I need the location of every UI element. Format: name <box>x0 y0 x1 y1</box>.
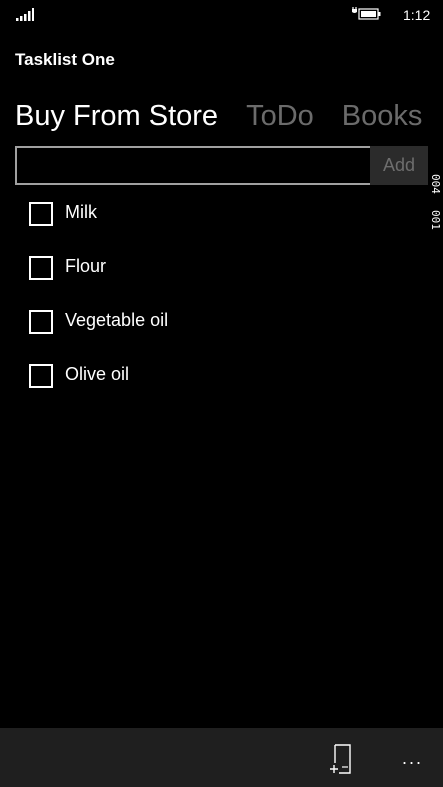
debug-number-2: 001 <box>429 210 442 230</box>
debug-number-1: 004 <box>429 174 442 194</box>
task-checkbox[interactable] <box>29 256 53 280</box>
signal-bars-icon <box>16 8 34 21</box>
phone-screen: 1:12 Tasklist One Buy From Store ToDo Book… <box>0 0 443 787</box>
task-item[interactable]: Milk <box>29 199 168 253</box>
task-item[interactable]: Flour <box>29 253 168 307</box>
task-list: Milk Flour Vegetable oil Olive oil <box>29 199 168 415</box>
tab-todo[interactable]: ToDo <box>246 100 314 132</box>
task-checkbox[interactable] <box>29 310 53 334</box>
task-item[interactable]: Olive oil <box>29 361 168 415</box>
more-options-icon[interactable]: ... <box>402 748 423 769</box>
task-label: Milk <box>65 202 97 222</box>
new-task-input[interactable] <box>15 146 380 185</box>
task-checkbox[interactable] <box>29 202 53 226</box>
tab-books[interactable]: Books <box>342 100 423 132</box>
pivot-tabs: Buy From Store ToDo Books <box>15 100 443 133</box>
add-button[interactable]: Add <box>370 146 428 185</box>
clock: 1:12 <box>403 7 431 23</box>
new-list-icon[interactable] <box>328 743 354 775</box>
task-checkbox[interactable] <box>29 364 53 388</box>
task-label: Olive oil <box>65 364 130 384</box>
task-label: Vegetable oil <box>65 310 169 330</box>
tab-buy-from-store[interactable]: Buy From Store <box>15 100 218 132</box>
task-label: Flour <box>65 256 107 276</box>
status-bar: 1:12 <box>0 0 443 30</box>
battery-charging-icon <box>352 7 381 20</box>
app-title: Tasklist One <box>15 50 115 69</box>
app-bar: ... <box>0 728 443 787</box>
task-item[interactable]: Vegetable oil <box>29 307 168 361</box>
